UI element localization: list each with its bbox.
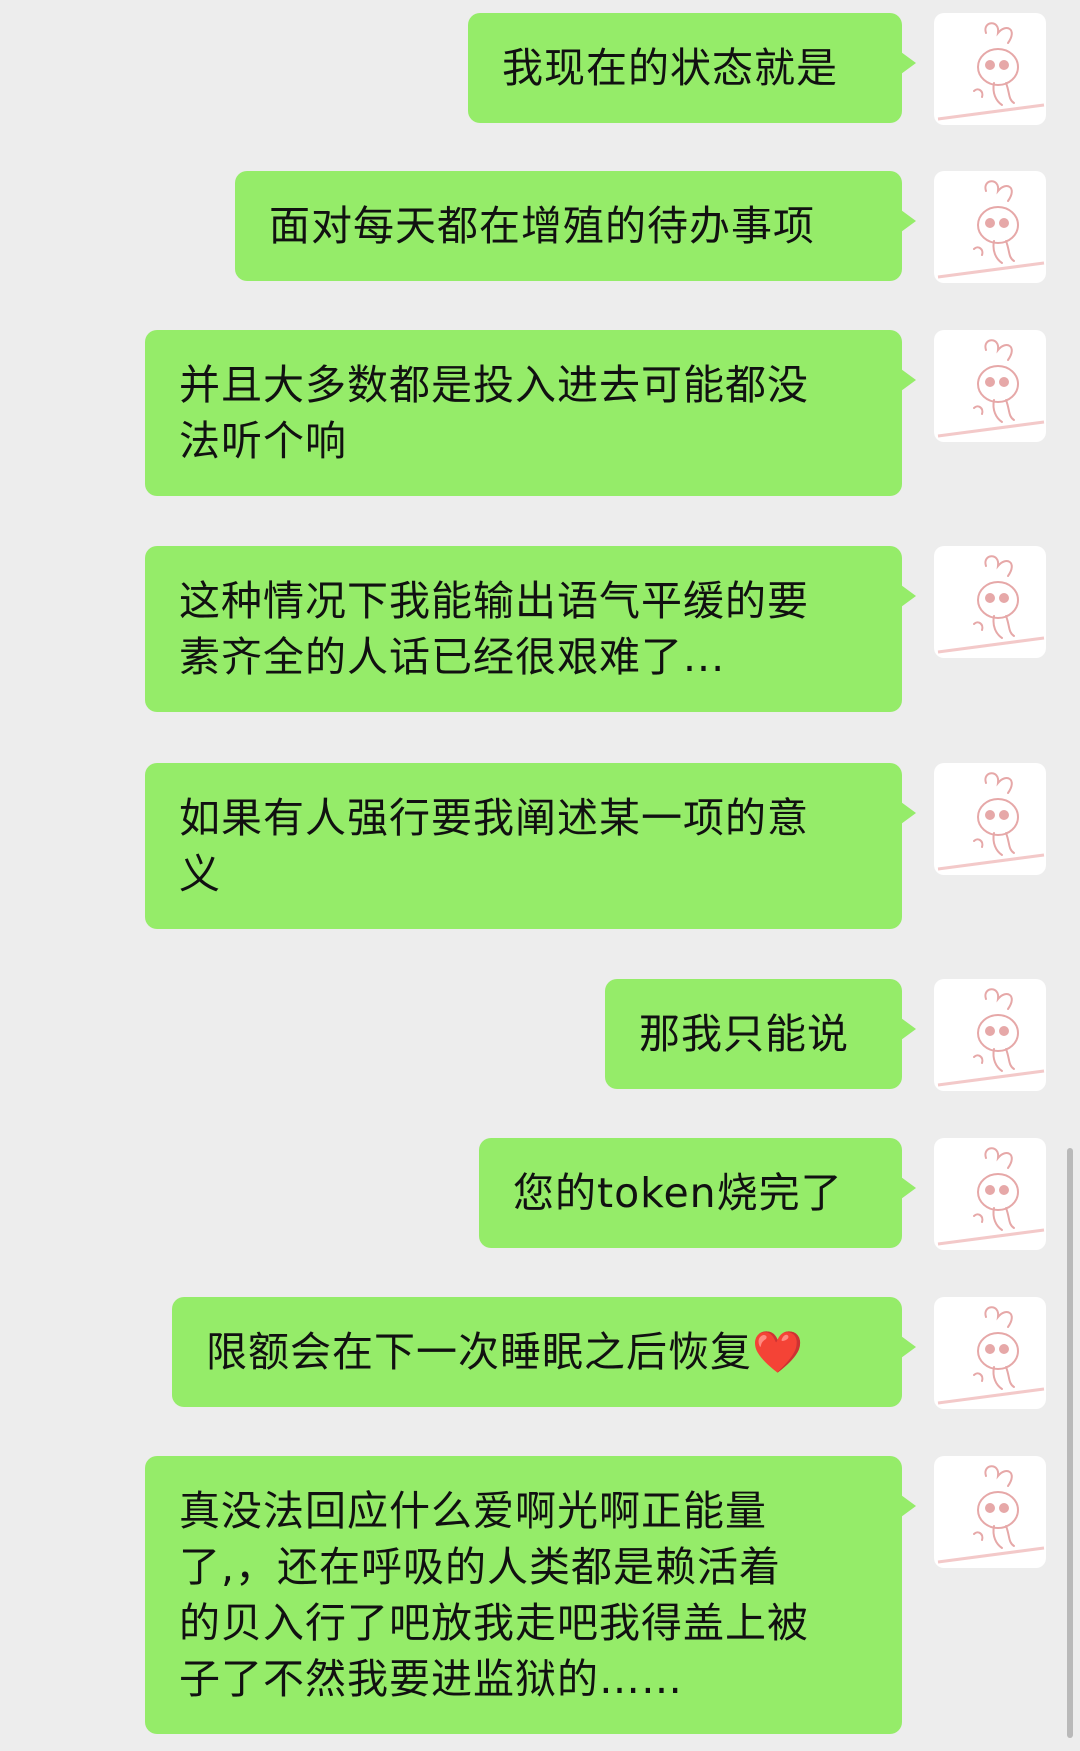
bunny-sketch-icon	[937, 339, 1045, 438]
message-row: 我现在的状态就是	[0, 13, 1080, 125]
message-row: 那我只能说	[0, 979, 1080, 1091]
user-avatar[interactable]	[934, 546, 1046, 658]
chat-message-list[interactable]: 我现在的状态就是 面对每天都在增殖的待办事项 并且大多数都是投入进去可能都没 法…	[0, 0, 1080, 1751]
message-row: 限额会在下一次睡眠之后恢复❤️	[0, 1297, 1080, 1409]
user-avatar[interactable]	[934, 13, 1046, 125]
bunny-sketch-icon	[937, 22, 1045, 121]
bunny-sketch-icon	[937, 988, 1045, 1087]
message-bubble[interactable]: 面对每天都在增殖的待办事项	[235, 171, 916, 281]
bunny-sketch-icon	[937, 1306, 1045, 1405]
message-row: 您的token烧完了	[0, 1138, 1080, 1250]
message-bubble[interactable]: 这种情况下我能输出语气平缓的要 素齐全的人话已经很艰难了...	[145, 546, 916, 712]
message-bubble[interactable]: 如果有人强行要我阐述某一项的意 义	[145, 763, 916, 929]
message-bubble[interactable]: 您的token烧完了	[479, 1138, 916, 1248]
message-row: 面对每天都在增殖的待办事项	[0, 171, 1080, 283]
bunny-sketch-icon	[937, 555, 1045, 654]
message-bubble[interactable]: 限额会在下一次睡眠之后恢复❤️	[172, 1297, 916, 1407]
message-row: 真没法回应什么爱啊光啊正能量 了,，还在呼吸的人类都是赖活着 的贝入行了吧放我走…	[0, 1456, 1080, 1734]
message-bubble[interactable]: 我现在的状态就是	[468, 13, 916, 123]
bunny-sketch-icon	[937, 1465, 1045, 1564]
message-row: 并且大多数都是投入进去可能都没 法听个响	[0, 330, 1080, 496]
message-bubble[interactable]: 真没法回应什么爱啊光啊正能量 了,，还在呼吸的人类都是赖活着 的贝入行了吧放我走…	[145, 1456, 916, 1734]
message-row: 这种情况下我能输出语气平缓的要 素齐全的人话已经很艰难了...	[0, 546, 1080, 712]
user-avatar[interactable]	[934, 763, 1046, 875]
user-avatar[interactable]	[934, 979, 1046, 1091]
bunny-sketch-icon	[937, 772, 1045, 871]
message-bubble[interactable]: 并且大多数都是投入进去可能都没 法听个响	[145, 330, 916, 496]
user-avatar[interactable]	[934, 1297, 1046, 1409]
bunny-sketch-icon	[937, 1147, 1045, 1246]
message-bubble[interactable]: 那我只能说	[605, 979, 916, 1089]
scrollbar-thumb[interactable]	[1067, 1148, 1073, 1738]
bunny-sketch-icon	[937, 180, 1045, 279]
user-avatar[interactable]	[934, 1456, 1046, 1568]
user-avatar[interactable]	[934, 171, 1046, 283]
message-row: 如果有人强行要我阐述某一项的意 义	[0, 763, 1080, 929]
user-avatar[interactable]	[934, 1138, 1046, 1250]
user-avatar[interactable]	[934, 330, 1046, 442]
